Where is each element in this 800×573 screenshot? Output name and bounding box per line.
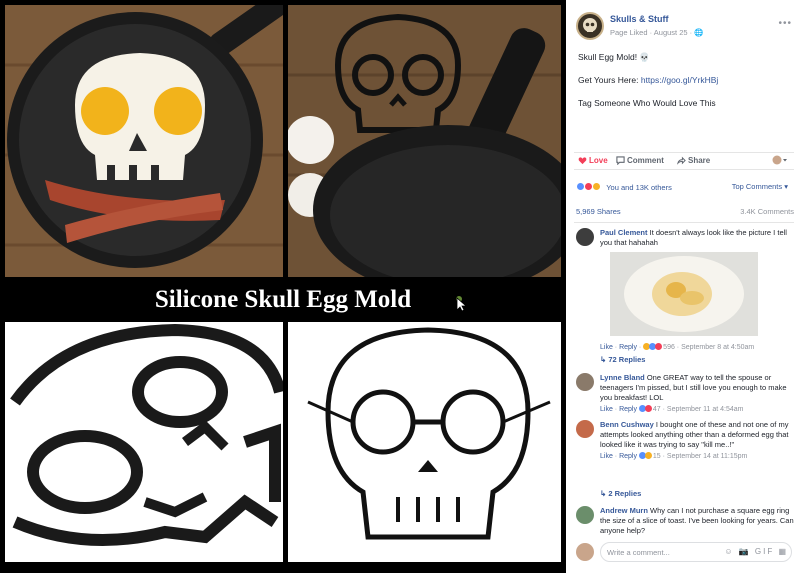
photo-mold-outline: [288, 322, 561, 562]
write-comment-box: Write a comment... ☺ 📷 GIF ▦: [576, 541, 796, 563]
comment-meta: Like · Reply 47 · September 11 at 4:54am: [600, 405, 744, 413]
comment-author[interactable]: Paul Clement: [600, 228, 648, 237]
post-action-bar: Love Comment Share: [574, 152, 794, 170]
profile-select-button[interactable]: [772, 155, 790, 167]
comment-body: Lynne Bland One GREAT way to tell the sp…: [600, 373, 796, 415]
comment-button[interactable]: Comment: [616, 156, 664, 167]
shares-count[interactable]: 5,969 Shares: [576, 207, 621, 216]
love-icon: [578, 156, 587, 167]
post-text-line-1: Skull Egg Mold! 💀: [578, 52, 651, 62]
love-reaction-icon: [655, 343, 663, 350]
cursor-icon: [456, 296, 467, 312]
commenter-avatar[interactable]: [576, 373, 594, 391]
comment-body: Paul Clement It doesn't always look like…: [600, 228, 796, 248]
collage-banner-title: Silicone Skull Egg Mold: [154, 286, 412, 313]
haha-reaction-icon: [592, 182, 601, 191]
comment-timestamp[interactable]: September 14 at 11:15pm: [667, 453, 747, 460]
comment-reaction-count: 15: [652, 453, 661, 460]
comment-timestamp[interactable]: September 8 at 4:50am: [681, 344, 754, 351]
love-reaction-icon: [644, 405, 652, 412]
replies-count: 72 Replies: [608, 355, 646, 364]
photo-skull-egg-in-pan: [5, 5, 283, 277]
share-label: Share: [688, 156, 711, 165]
comment-timestamp[interactable]: September 11 at 4:54am: [667, 406, 744, 413]
more-options-icon[interactable]: •••: [778, 18, 792, 29]
post-header: Skulls & Stuff Page Liked · August 25 · …: [576, 8, 794, 42]
page-avatar[interactable]: [576, 12, 604, 40]
share-button[interactable]: Share: [676, 156, 711, 167]
facebook-post: Skulls & Stuff Page Liked · August 25 · …: [568, 0, 800, 573]
view-replies-link[interactable]: ↳ 72 Replies: [600, 355, 645, 364]
divider: [574, 222, 794, 223]
top-comments-dropdown[interactable]: Top Comments ▾: [732, 182, 788, 191]
comment-reply-link[interactable]: Reply: [619, 344, 637, 351]
comment-like-link[interactable]: Like: [600, 406, 613, 413]
photo-mold-with-pan: [288, 5, 561, 277]
commenter-avatar[interactable]: [576, 228, 594, 246]
post-text-line-2: Get Yours Here: https://goo.gl/YrkHBj: [578, 75, 718, 85]
comment-reaction-count: 47: [652, 406, 661, 413]
reactions-text: You and 13K others: [606, 183, 672, 192]
haha-reaction-icon: [644, 452, 652, 459]
comment-meta: Like · Reply · 596 · September 8 at 4:50…: [600, 343, 755, 351]
comment-icon: [616, 156, 625, 167]
love-label: Love: [589, 156, 608, 165]
reactions-summary[interactable]: You and 13K others Top Comments ▾: [576, 182, 794, 194]
mold-closeup-illustration: [5, 322, 283, 562]
comment-reply-link[interactable]: Reply: [619, 406, 637, 413]
comment-author[interactable]: Lynne Bland: [600, 373, 645, 382]
product-photo-collage[interactable]: Silicone Skull Egg Mold: [0, 0, 566, 573]
comment-reaction-count: 596: [663, 344, 675, 351]
comment-body: Benn Cushway I bought one of these and n…: [600, 420, 796, 462]
comment-body: Andrew Murn Why can I not purchase a squ…: [600, 506, 796, 536]
comment-input-icons[interactable]: ☺ 📷 GIF ▦: [724, 547, 788, 556]
comment-photo[interactable]: [610, 252, 758, 336]
profile-select-icon: [772, 155, 788, 167]
replies-count: 2 Replies: [608, 489, 642, 498]
page-name-link[interactable]: Skulls & Stuff: [610, 14, 669, 24]
comment-like-link[interactable]: Like: [600, 344, 613, 351]
post-text-prefix: Get Yours Here:: [578, 75, 641, 85]
comment-author[interactable]: Andrew Murn: [600, 506, 648, 515]
view-replies-link[interactable]: ↳ 2 Replies: [600, 489, 641, 498]
comment-label: Comment: [627, 156, 664, 165]
comment-author[interactable]: Benn Cushway: [600, 420, 654, 429]
current-user-avatar: [576, 543, 594, 561]
share-icon: [676, 156, 686, 167]
mold-and-pan-illustration: [288, 5, 561, 277]
comment-reply-link[interactable]: Reply: [619, 453, 637, 460]
skull-egg-illustration: [5, 5, 283, 277]
post-meta: Page Liked · August 25 · 🌐: [610, 28, 704, 37]
mold-outline-illustration: [288, 322, 561, 562]
commenter-avatar[interactable]: [576, 420, 594, 438]
post-text-line-3: Tag Someone Who Would Love This: [578, 98, 716, 108]
love-button[interactable]: Love: [578, 156, 608, 167]
comment-like-link[interactable]: Like: [600, 453, 613, 460]
comment-meta: Like · Reply 15 · September 14 at 11:15p…: [600, 452, 748, 460]
post-link[interactable]: https://goo.gl/YrkHBj: [641, 75, 718, 85]
comment-photo-illustration: [610, 252, 758, 336]
post-counts: 5,969 Shares 3.4K Comments: [576, 207, 794, 216]
commenter-avatar[interactable]: [576, 506, 594, 524]
comments-count[interactable]: 3.4K Comments: [740, 207, 794, 216]
photo-mold-closeup: [5, 322, 283, 562]
page-avatar-skull-icon: [583, 18, 597, 32]
